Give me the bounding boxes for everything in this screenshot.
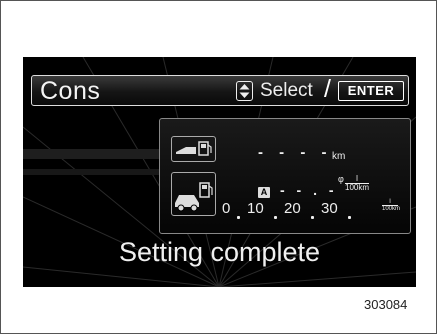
scale-dot xyxy=(274,216,277,219)
consumption-value: - - . - xyxy=(280,182,338,198)
consumption-unit: l 100km xyxy=(345,175,369,192)
status-message: Setting complete xyxy=(118,237,321,267)
info-panel: - - - - km A - - . - φ l 100km 0 10 20 3… xyxy=(159,118,411,234)
car-fuel-pump-icon xyxy=(171,172,216,216)
scale-dot xyxy=(348,216,351,219)
figure-frame: Cons Select / ENTER - - - - km A - - . -… xyxy=(0,0,437,334)
scale-unit: l 100km xyxy=(382,199,401,212)
enter-button[interactable]: ENTER xyxy=(338,81,404,101)
header-bar: Cons Select / ENTER xyxy=(31,75,409,106)
range-unit: km xyxy=(332,151,346,162)
mode-badge: A xyxy=(258,187,270,198)
consumption-unit-numerator: l xyxy=(356,174,358,183)
consumption-unit-prefix: φ xyxy=(338,174,344,184)
scale-dot xyxy=(311,216,314,219)
scale-tick-30: 30 xyxy=(321,200,338,217)
scale-unit-denominator: 100km xyxy=(382,205,401,212)
scale-tick-0: 0 xyxy=(222,200,231,217)
up-down-arrow-icon[interactable] xyxy=(236,81,253,101)
scale-tick-20: 20 xyxy=(284,200,301,217)
separator-slash: / xyxy=(324,75,331,103)
scale-dot xyxy=(237,216,240,219)
consumption-unit-denominator: 100km xyxy=(345,183,370,192)
range-fuel-pump-icon xyxy=(171,136,216,162)
display-screen: Cons Select / ENTER - - - - km A - - . -… xyxy=(23,57,416,287)
figure-code: 303084 xyxy=(364,297,408,312)
screen-title: Cons xyxy=(40,77,101,105)
range-value: - - - - xyxy=(258,144,333,161)
scale-tick-10: 10 xyxy=(247,200,264,217)
select-label: Select xyxy=(260,80,313,101)
consumption-scale: 0 10 20 30 xyxy=(222,200,382,228)
